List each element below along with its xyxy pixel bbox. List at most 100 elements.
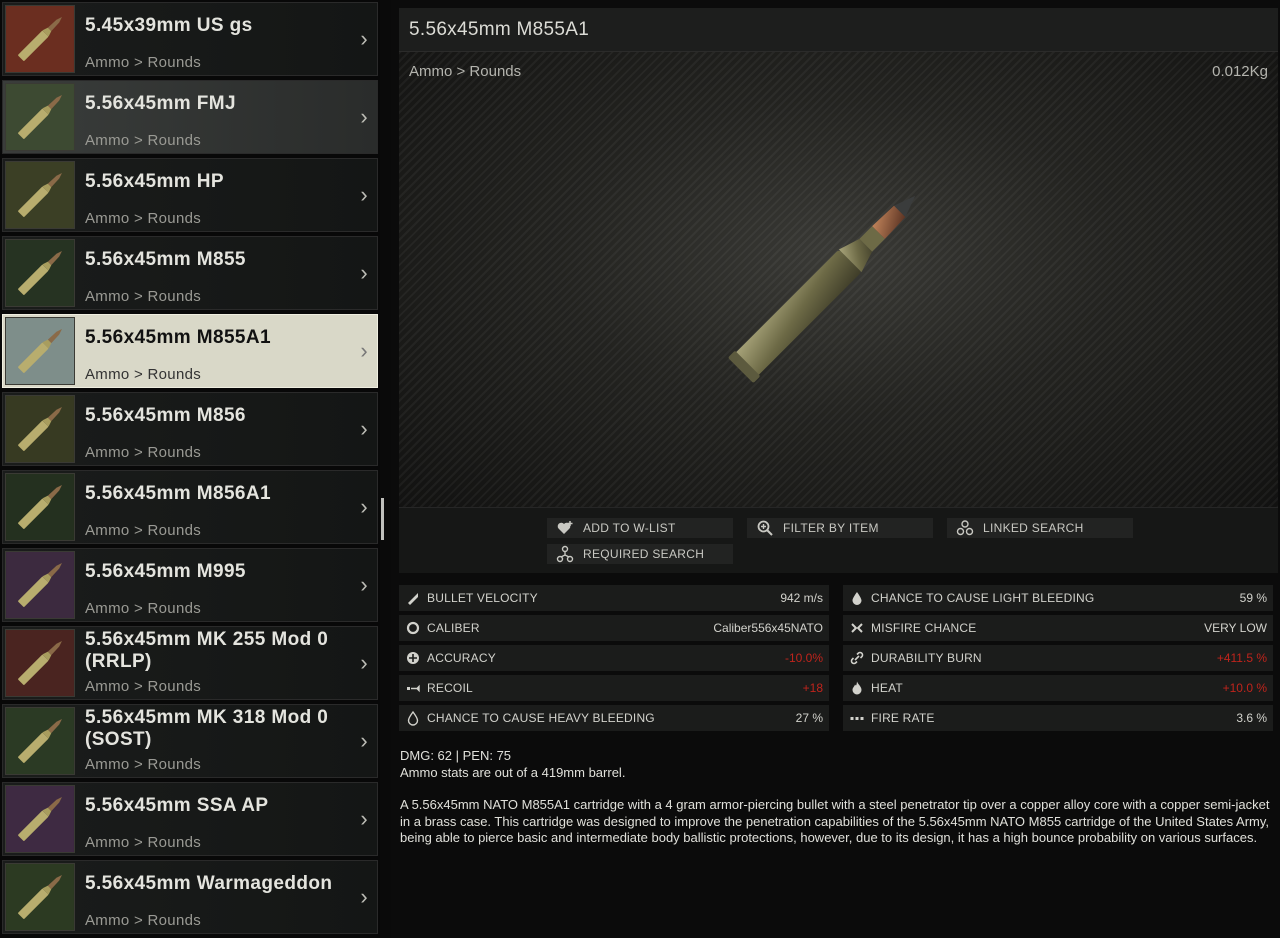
stat-value: 59 % [1239,591,1267,605]
stat-value: +411.5 % [1216,651,1267,665]
cartridge-thumbnail [5,5,75,73]
cartridge-thumbnail [5,395,75,463]
chevron-right-icon: › [360,338,368,363]
cartridge-thumbnail [5,473,75,541]
description-body: A 5.56x45mm NATO M855A1 cartridge with a… [400,797,1270,845]
stat-label: CHANCE TO CAUSE HEAVY BLEEDING [427,711,655,725]
item-name: 5.56x45mm M855A1 [85,327,271,348]
item-category: Ammo > Rounds [85,678,202,695]
item-category: Ammo > Rounds [85,600,202,617]
list-scrollbar[interactable] [381,498,384,540]
barrel-note: Ammo stats are out of a 419mm barrel. [400,764,626,780]
item-category: Ammo > Rounds [85,756,202,773]
item-name: 5.56x45mm M856A1 [85,483,271,504]
cartridge-thumbnail [5,785,75,853]
fire-rate-icon [849,710,865,726]
cartridge-thumbnail [5,83,75,151]
recoil-icon [405,680,421,696]
stat-label: BULLET VELOCITY [427,591,538,605]
item-category: Ammo > Rounds [85,444,202,461]
chevron-right-icon: › [360,260,368,285]
chevron-right-icon: › [360,884,368,909]
dmg-pen-line: DMG: 62 | PEN: 75 [400,748,512,763]
stat-value: -10.0% [784,651,823,665]
required-nodes-icon [547,544,583,564]
chevron-right-icon: › [360,104,368,129]
stat-value: 3.6 % [1236,711,1267,725]
chevron-right-icon: › [360,806,368,831]
item-detail-panel: 5.56x45mm M855A1 Ammo > Rounds 0.012Kg A… [391,0,1280,938]
stat-heat: HEAT +10.0 % [843,675,1273,701]
stat-value: +10.0 % [1222,681,1267,695]
item-name: 5.45x39mm US gs [85,15,253,36]
list-item[interactable]: 5.56x45mm M995 Ammo > Rounds › [2,548,378,622]
chevron-right-icon: › [360,182,368,207]
chevron-right-icon: › [360,26,368,51]
item-category: Ammo > Rounds [85,366,202,383]
stat-chance-to-cause-light-bleeding: CHANCE TO CAUSE LIGHT BLEEDING 59 % [843,585,1273,611]
linked-search-button[interactable]: LINKED SEARCH [947,518,1133,538]
caliber-icon [405,620,421,636]
stat-chance-to-cause-heavy-bleeding: CHANCE TO CAUSE HEAVY BLEEDING 27 % [399,705,829,731]
item-category-path: Ammo > Rounds [409,63,522,80]
stat-label: CALIBER [427,621,480,635]
chevron-right-icon: › [360,494,368,519]
list-item[interactable]: 5.56x45mm M856A1 Ammo > Rounds › [2,470,378,544]
stat-label: FIRE RATE [871,711,935,725]
item-name: 5.56x45mm M856 [85,405,246,426]
add-to-wishlist-button[interactable]: ADD TO W-LIST [547,518,733,538]
stat-value: +18 [802,681,823,695]
list-item[interactable]: 5.56x45mm MK 255 Mod 0 (RRLP) Ammo > Roun… [2,626,378,700]
misfire-icon [849,620,865,636]
magnifier-plus-icon [747,518,783,538]
item-name: 5.56x45mm M995 [85,561,246,582]
stat-value: 942 m/s [780,591,823,605]
cartridge-thumbnail [5,629,75,697]
item-name: 5.56x45mm MK 318 Mod 0 (SOST) [85,707,329,750]
item-title-bar: 5.56x45mm M855A1 [399,8,1278,52]
item-name: 5.56x45mm Warmageddon [85,873,333,894]
cartridge-thumbnail [5,863,75,931]
stat-label: RECOIL [427,681,473,695]
list-item[interactable]: 5.56x45mm Warmageddon Ammo > Rounds › [2,860,378,934]
stat-misfire-chance: MISFIRE CHANCE VERY LOW [843,615,1273,641]
chevron-right-icon: › [360,416,368,441]
item-category: Ammo > Rounds [85,132,202,149]
item-weight: 0.012Kg [1212,63,1268,80]
durability-burn-icon [849,650,865,666]
item-category: Ammo > Rounds [85,54,202,71]
stat-label: DURABILITY BURN [871,651,982,665]
linked-nodes-icon [947,518,983,538]
item-list: 5.45x39mm US gs Ammo > Rounds › 5.56x45mm F… [0,0,380,938]
chevron-right-icon: › [360,728,368,753]
cartridge-image [728,195,916,383]
stat-label: CHANCE TO CAUSE LIGHT BLEEDING [871,591,1095,605]
item-category: Ammo > Rounds [85,288,202,305]
list-item[interactable]: 5.45x39mm US gs Ammo > Rounds › [2,2,378,76]
list-item[interactable]: 5.56x45mm M856 Ammo > Rounds › [2,392,378,466]
required-search-button[interactable]: REQUIRED SEARCH [547,544,733,564]
bullet-velocity-icon [405,590,421,606]
list-item[interactable]: 5.56x45mm HP Ammo > Rounds › [2,158,378,232]
item-description: DMG: 62 | PEN: 75 Ammo stats are out of … [400,748,1270,863]
list-item[interactable]: 5.56x45mm FMJ Ammo > Rounds › [2,80,378,154]
list-item[interactable]: 5.56x45mm M855 Ammo > Rounds › [2,236,378,310]
item-category: Ammo > Rounds [85,522,202,539]
list-item[interactable]: 5.56x45mm MK 318 Mod 0 (SOST) Ammo > Roun… [2,704,378,778]
stat-label: ACCURACY [427,651,496,665]
stat-value: 27 % [795,711,823,725]
stat-value: VERY LOW [1204,621,1267,635]
filter-by-item-button[interactable]: FILTER BY ITEM [747,518,933,538]
heat-icon [849,680,865,696]
heart-plus-icon [547,518,583,538]
list-item[interactable]: 5.56x45mm M855A1 Ammo > Rounds › [2,314,378,388]
item-preview: Ammo > Rounds 0.012Kg [399,52,1278,507]
item-category: Ammo > Rounds [85,912,202,929]
chevron-right-icon: › [360,650,368,675]
stat-bullet-velocity: BULLET VELOCITY 942 m/s [399,585,829,611]
item-name: 5.56x45mm SSA AP [85,795,269,816]
item-actions-bar: ADD TO W-LIST FILTER BY ITEM LINKED SEAR… [399,507,1278,573]
item-name: 5.56x45mm M855 [85,249,246,270]
list-item[interactable]: 5.56x45mm SSA AP Ammo > Rounds › [2,782,378,856]
item-name: 5.56x45mm FMJ [85,93,236,114]
